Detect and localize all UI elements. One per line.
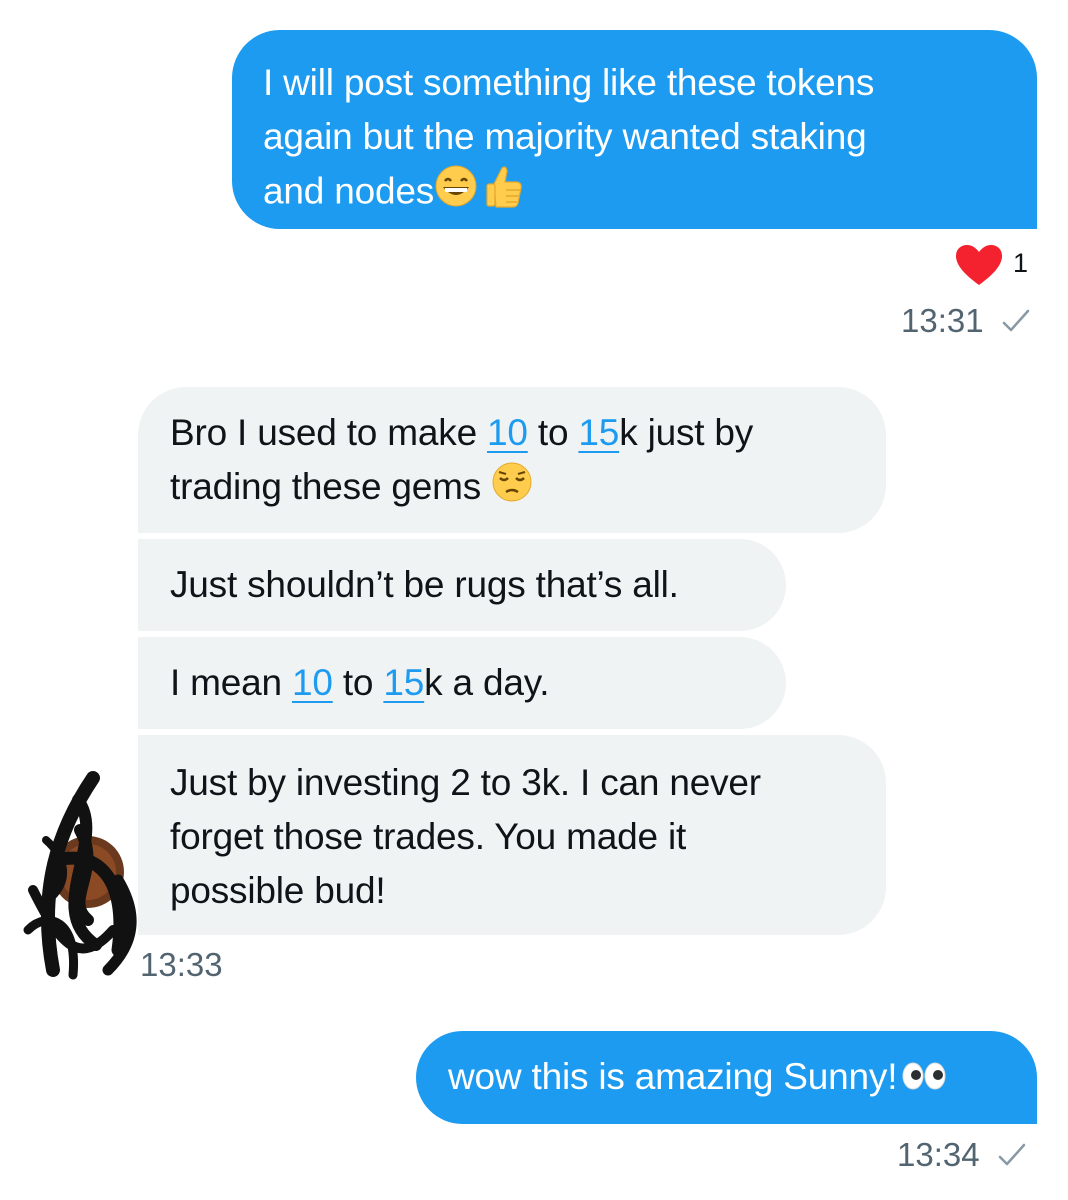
message-text: I mean [170, 662, 292, 703]
message-text-line: possible bud! [170, 870, 386, 911]
message-text: and nodes [263, 170, 435, 212]
pensive-face-icon [491, 461, 533, 518]
timestamp-text: 13:34 [897, 1136, 980, 1173]
avatar[interactable] [18, 770, 153, 985]
reaction-count: 1 [1013, 248, 1029, 278]
sent-check-icon [997, 1138, 1027, 1176]
message-text: wow this is amazing Sunny! [448, 1056, 898, 1097]
message-text: Just shouldn’t be rugs that’s all. [170, 564, 679, 605]
message-text-line: again but the majority wanted staking [263, 116, 867, 157]
timestamp-text: 13:33 [140, 946, 223, 983]
message-text-line: Bro I used to make 10 to 15k just by [170, 406, 856, 460]
thumbs-up-icon [484, 164, 524, 223]
message-timestamp: 13:34 [897, 1136, 1027, 1176]
message-link[interactable]: 15 [578, 412, 619, 453]
message-text-line: forget those trades. You made it [170, 816, 687, 857]
message-text-line: wow this is amazing Sunny! [448, 1050, 1007, 1106]
sent-message-bubble[interactable]: wow this is amazing Sunny! [416, 1031, 1037, 1124]
received-message-bubble[interactable]: Bro I used to make 10 to 15k just by tra… [138, 387, 886, 533]
sent-message-bubble[interactable]: I will post something like these tokens … [232, 30, 1037, 229]
message-text: to [332, 662, 384, 703]
timestamp-text: 13:31 [901, 302, 984, 339]
message-text: Bro I used to make [170, 412, 488, 453]
message-text-line: trading these gems [170, 460, 856, 518]
conversation-thread: I will post something like these tokens … [0, 0, 1068, 1200]
message-text: to [527, 412, 579, 453]
message-timestamp: 13:33 [140, 946, 223, 984]
sent-check-icon [1001, 304, 1031, 342]
received-message-bubble[interactable]: Just shouldn’t be rugs that’s all. [138, 539, 786, 631]
message-link[interactable]: 10 [487, 412, 528, 453]
message-text-line: I mean 10 to 15k a day. [170, 656, 756, 710]
received-message-bubble[interactable]: I mean 10 to 15k a day. [138, 637, 786, 729]
message-text-line: I will post something like these tokens [263, 62, 875, 103]
message-link[interactable]: 15 [383, 662, 424, 703]
message-link[interactable]: 10 [292, 662, 333, 703]
message-text-line: Just by investing 2 to 3k. I can never [170, 762, 761, 803]
grinning-face-icon [434, 164, 478, 223]
received-message-bubble[interactable]: Just by investing 2 to 3k. I can never f… [138, 735, 886, 935]
heart-icon [955, 244, 1003, 291]
message-text: k a day. [424, 662, 550, 703]
message-timestamp: 13:31 [901, 302, 1031, 342]
message-text: trading these gems [170, 466, 492, 507]
message-text: k just by [619, 412, 754, 453]
eyes-icon [901, 1052, 947, 1106]
message-text-line: and nodes [263, 164, 1007, 223]
